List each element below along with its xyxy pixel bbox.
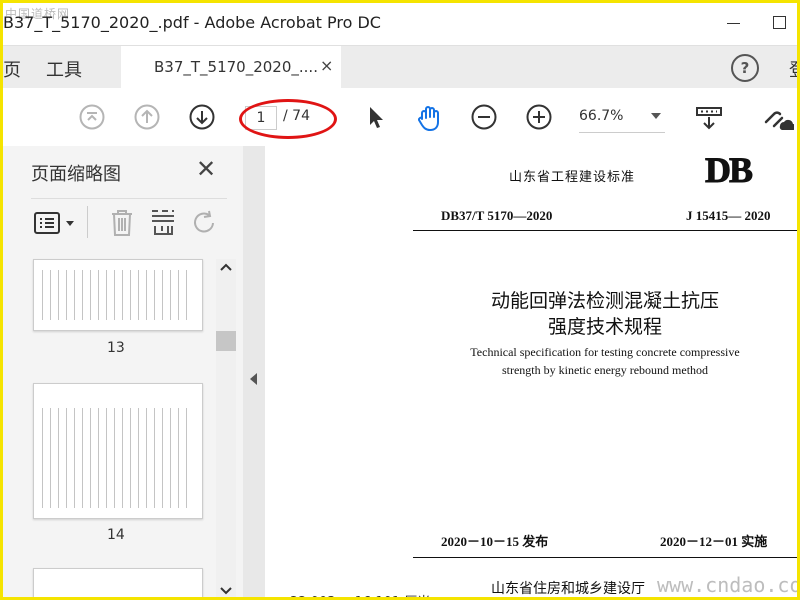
- zoom-in-icon[interactable]: [526, 104, 552, 130]
- page-thumbnail-13[interactable]: [33, 259, 203, 331]
- standard-code: DB37/T 5170—2020: [441, 208, 553, 223]
- title-bar: 中国道桥网 B37_T_5170_2020_.pdf - Adobe Acrob…: [3, 3, 797, 45]
- zoom-out-icon[interactable]: [471, 104, 497, 130]
- collapse-panel-icon[interactable]: [250, 373, 257, 385]
- tab-home[interactable]: 页: [3, 56, 21, 82]
- first-page-icon[interactable]: [79, 104, 105, 130]
- share-link-icon[interactable]: [762, 104, 794, 130]
- tab-tools[interactable]: 工具: [46, 56, 82, 82]
- minimize-icon: [727, 23, 740, 24]
- next-page-icon[interactable]: [189, 104, 215, 130]
- site-watermark: www.cndao.com: [657, 573, 800, 597]
- maximize-button[interactable]: [768, 11, 792, 35]
- highlight-annotation: [239, 99, 337, 139]
- hand-tool-icon[interactable]: [416, 104, 442, 131]
- panel-splitter[interactable]: [243, 146, 265, 597]
- toolbar: 1 / 74 66.7%: [3, 88, 797, 147]
- help-icon[interactable]: ?: [731, 54, 759, 82]
- window-title: B37_T_5170_2020_.pdf - Adobe Acrobat Pro…: [3, 13, 381, 32]
- scroll-down-icon[interactable]: [220, 586, 232, 596]
- scroll-up-icon[interactable]: [220, 262, 232, 272]
- panel-scrollbar[interactable]: [216, 259, 236, 597]
- app-window: 中国道桥网 B37_T_5170_2020_.pdf - Adobe Acrob…: [0, 0, 800, 600]
- header-rule: [413, 230, 797, 231]
- minimize-button[interactable]: [721, 11, 745, 35]
- zoom-dropdown[interactable]: 66.7%: [579, 108, 623, 124]
- page-size-status: 22.003 × 16.101 厘米: [290, 591, 430, 597]
- page-thumbnail-14[interactable]: [33, 383, 203, 519]
- title-cn-line2: 强度技术规程: [547, 316, 662, 338]
- thumbnail-page-number: 13: [107, 340, 125, 356]
- trash-icon[interactable]: [109, 208, 135, 238]
- document-tab[interactable]: B37_T_5170_2020_.... ×: [121, 46, 341, 88]
- thumbnails-panel: 页面缩略图 ✕ 13 14: [3, 146, 244, 597]
- close-tab-icon[interactable]: ×: [320, 56, 333, 75]
- tab-bar: 页 工具 B37_T_5170_2020_.... × ? 登: [3, 45, 797, 88]
- footer-rule: [413, 557, 797, 558]
- thumbnail-text-lines: [42, 408, 194, 508]
- close-panel-icon[interactable]: ✕: [196, 155, 216, 183]
- title-en-line2: strength by kinetic energy rebound metho…: [501, 363, 709, 377]
- zoom-underline: [579, 132, 665, 133]
- thumbnail-options-button[interactable]: [33, 210, 79, 236]
- title-en-line1: Technical specification for testing conc…: [470, 345, 740, 359]
- thumbnail-page-number: 14: [107, 527, 125, 543]
- standard-label: 山东省工程建设标准: [509, 170, 636, 185]
- document-view[interactable]: 山东省工程建设标准 DB DB37/T 5170—2020 J 15415— 2…: [265, 146, 797, 597]
- select-arrow-icon[interactable]: [363, 104, 389, 130]
- maximize-icon: [773, 16, 786, 29]
- toolbar-separator: [87, 206, 88, 238]
- scrollbar-thumb[interactable]: [216, 331, 236, 351]
- previous-page-icon[interactable]: [134, 104, 160, 130]
- chevron-down-icon[interactable]: [651, 113, 661, 119]
- pdf-page: 山东省工程建设标准 DB DB37/T 5170—2020 J 15415— 2…: [265, 146, 797, 597]
- panel-divider: [31, 198, 227, 199]
- issuer: 山东省住房和城乡建设厅: [491, 581, 645, 597]
- read-mode-icon[interactable]: [695, 104, 722, 130]
- sign-in-partial[interactable]: 登: [789, 56, 797, 82]
- panel-title: 页面缩略图: [31, 164, 121, 185]
- thumbnail-text-lines: [42, 270, 194, 320]
- document-tab-label: B37_T_5170_2020_....: [154, 58, 318, 76]
- effective-date: 2020－12－01 实施: [660, 534, 768, 549]
- rotate-icon[interactable]: [191, 208, 219, 238]
- record-code: J 15415— 2020: [686, 208, 771, 223]
- db-logo: DB: [704, 150, 753, 191]
- page-thumbnail-15[interactable]: [33, 568, 203, 597]
- publish-date: 2020－10－15 发布: [441, 534, 549, 549]
- title-cn-line1: 动能回弹法检测混凝土抗压: [490, 290, 719, 312]
- extract-pages-icon[interactable]: [149, 208, 177, 238]
